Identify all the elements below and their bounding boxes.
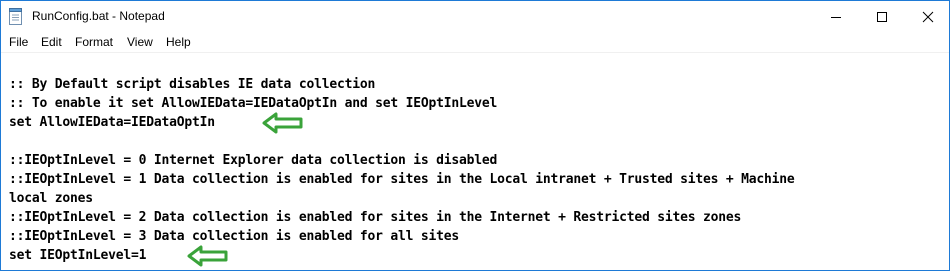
menu-format[interactable]: Format: [75, 35, 113, 49]
text-line: local zones: [9, 191, 93, 206]
window-title: RunConfig.bat - Notepad: [32, 9, 165, 23]
text-line: :: To enable it set AllowIEData=IEDataOp…: [9, 96, 498, 111]
minimize-icon: [831, 17, 841, 18]
menu-file[interactable]: File: [9, 35, 28, 49]
close-icon: [922, 11, 934, 23]
close-button[interactable]: [905, 1, 949, 32]
minimize-button[interactable]: [813, 1, 859, 32]
text-editor[interactable]: :: By Default script disables IE data co…: [1, 52, 949, 270]
text-line: set IEOptInLevel=1: [9, 248, 147, 263]
menu-bar: File Edit Format View Help: [1, 32, 949, 52]
menu-edit[interactable]: Edit: [41, 35, 62, 49]
text-line: ::IEOptInLevel = 2 Data collection is en…: [9, 210, 742, 225]
notepad-icon: [9, 8, 23, 25]
maximize-button[interactable]: [859, 1, 905, 32]
text-line: ::IEOptInLevel = 1 Data collection is en…: [9, 172, 795, 187]
green-arrow-left-icon: [262, 112, 303, 134]
text-line: set AllowIEData=IEDataOptIn: [9, 115, 215, 130]
text-line: ::IEOptInLevel = 3 Data collection is en…: [9, 229, 459, 244]
green-arrow-left-icon: [187, 245, 228, 267]
text-line: :: By Default script disables IE data co…: [9, 77, 376, 92]
notepad-window: RunConfig.bat - Notepad File Edit Format…: [0, 0, 950, 271]
title-bar[interactable]: RunConfig.bat - Notepad: [1, 1, 949, 32]
maximize-icon: [877, 12, 887, 22]
text-line: ::IEOptInLevel = 0 Internet Explorer dat…: [9, 153, 498, 168]
menu-view[interactable]: View: [127, 35, 153, 49]
menu-help[interactable]: Help: [166, 35, 191, 49]
